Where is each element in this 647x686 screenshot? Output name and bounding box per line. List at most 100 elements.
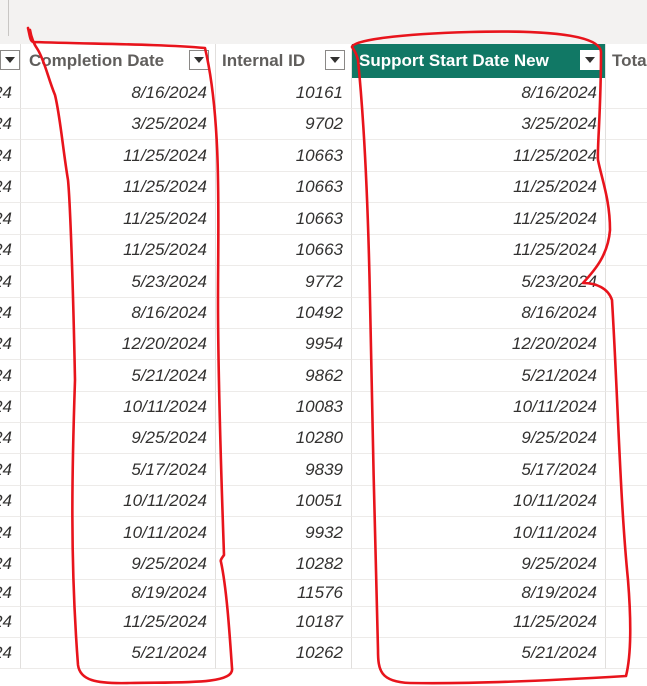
cell-total[interactable] (606, 454, 647, 486)
cell-completion-date[interactable]: 5/21/2024 (21, 360, 216, 392)
cell-support-start-date-new[interactable]: 8/19/2024 (352, 580, 606, 607)
cell-total[interactable] (606, 235, 647, 266)
cell-completion-date[interactable]: 8/19/2024 (21, 580, 216, 607)
cell-internal-id[interactable]: 10663 (216, 140, 352, 172)
cell-completion-date[interactable]: 5/21/2024 (21, 638, 216, 669)
table-row[interactable]: 2411/25/20241066311/25/2024 (0, 235, 647, 266)
cell-support-start-date-new[interactable]: 11/25/2024 (352, 140, 606, 172)
cell-total[interactable] (606, 172, 647, 203)
cell-partial-left[interactable]: 24 (0, 78, 21, 109)
cell-support-start-date-new[interactable]: 5/17/2024 (352, 454, 606, 486)
cell-support-start-date-new[interactable]: 5/21/2024 (352, 360, 606, 392)
cell-support-start-date-new[interactable]: 5/21/2024 (352, 638, 606, 669)
column-header-partial-left[interactable] (0, 44, 21, 78)
support-start-date-new-filter-dropdown-icon[interactable] (580, 50, 600, 70)
cell-internal-id[interactable]: 10663 (216, 172, 352, 203)
cell-internal-id[interactable]: 10083 (216, 392, 352, 423)
cell-total[interactable] (606, 78, 647, 109)
cell-total[interactable] (606, 298, 647, 329)
cell-partial-left[interactable]: 24 (0, 329, 21, 360)
cell-total[interactable] (606, 109, 647, 140)
cell-internal-id[interactable]: 10492 (216, 298, 352, 329)
cell-partial-left[interactable]: 24 (0, 517, 21, 549)
cell-partial-left[interactable]: 24 (0, 235, 21, 266)
cell-completion-date[interactable]: 10/11/2024 (21, 392, 216, 423)
cell-internal-id[interactable]: 9839 (216, 454, 352, 486)
cell-internal-id[interactable]: 9772 (216, 266, 352, 298)
cell-completion-date[interactable]: 8/16/2024 (21, 78, 216, 109)
column-header-support-start-date-new[interactable]: Support Start Date New (352, 44, 606, 78)
cell-internal-id[interactable]: 9702 (216, 109, 352, 140)
cell-total[interactable] (606, 423, 647, 454)
table-row[interactable]: 2411/25/20241066311/25/2024 (0, 140, 647, 172)
cell-support-start-date-new[interactable]: 5/23/2024 (352, 266, 606, 298)
table-row[interactable]: 245/21/202498625/21/2024 (0, 360, 647, 392)
table-row[interactable]: 248/16/2024104928/16/2024 (0, 298, 647, 329)
table-row[interactable]: 2410/11/20241008310/11/2024 (0, 392, 647, 423)
cell-total[interactable] (606, 140, 647, 172)
cell-completion-date[interactable]: 8/16/2024 (21, 298, 216, 329)
cell-support-start-date-new[interactable]: 11/25/2024 (352, 172, 606, 203)
cell-total[interactable] (606, 392, 647, 423)
column-header-internal-id[interactable]: Internal ID (216, 44, 352, 78)
table-row[interactable]: 249/25/2024102809/25/2024 (0, 423, 647, 454)
table-row[interactable]: 2410/11/2024993210/11/2024 (0, 517, 647, 549)
cell-support-start-date-new[interactable]: 8/16/2024 (352, 298, 606, 329)
cell-internal-id[interactable]: 10663 (216, 235, 352, 266)
cell-total[interactable] (606, 580, 647, 607)
cell-support-start-date-new[interactable]: 10/11/2024 (352, 486, 606, 517)
cell-completion-date[interactable]: 10/11/2024 (21, 517, 216, 549)
table-row[interactable]: 248/16/2024101618/16/2024 (0, 78, 647, 109)
cell-partial-left[interactable]: 24 (0, 109, 21, 140)
table-row[interactable]: 249/25/2024102829/25/2024 (0, 549, 647, 580)
table-row[interactable]: 2412/20/2024995412/20/2024 (0, 329, 647, 360)
cell-total[interactable] (606, 549, 647, 580)
cell-internal-id[interactable]: 9932 (216, 517, 352, 549)
cell-partial-left[interactable]: 24 (0, 360, 21, 392)
cell-completion-date[interactable]: 3/25/2024 (21, 109, 216, 140)
table-row[interactable]: 248/19/2024115768/19/2024 (0, 580, 647, 607)
cell-completion-date[interactable]: 9/25/2024 (21, 423, 216, 454)
cell-partial-left[interactable]: 24 (0, 140, 21, 172)
cell-support-start-date-new[interactable]: 9/25/2024 (352, 549, 606, 580)
cell-completion-date[interactable]: 10/11/2024 (21, 486, 216, 517)
cell-partial-left[interactable]: 24 (0, 580, 21, 607)
cell-partial-left[interactable]: 24 (0, 172, 21, 203)
cell-completion-date[interactable]: 11/25/2024 (21, 172, 216, 203)
column-header-completion-date[interactable]: Completion Date (21, 44, 216, 78)
cell-total[interactable] (606, 607, 647, 638)
cell-internal-id[interactable]: 9862 (216, 360, 352, 392)
completion-date-filter-dropdown-icon[interactable] (189, 50, 209, 70)
cell-partial-left[interactable]: 24 (0, 266, 21, 298)
cell-partial-left[interactable]: 24 (0, 203, 21, 235)
cell-internal-id[interactable]: 10663 (216, 203, 352, 235)
cell-internal-id[interactable]: 10161 (216, 78, 352, 109)
cell-support-start-date-new[interactable]: 11/25/2024 (352, 235, 606, 266)
cell-completion-date[interactable]: 11/25/2024 (21, 140, 216, 172)
cell-total[interactable] (606, 360, 647, 392)
table-row[interactable]: 2410/11/20241005110/11/2024 (0, 486, 647, 517)
cell-internal-id[interactable]: 10051 (216, 486, 352, 517)
cell-total[interactable] (606, 486, 647, 517)
cell-internal-id[interactable]: 11576 (216, 580, 352, 607)
cell-partial-left[interactable]: 24 (0, 423, 21, 454)
table-row[interactable]: 2411/25/20241066311/25/2024 (0, 172, 647, 203)
cell-support-start-date-new[interactable]: 11/25/2024 (352, 607, 606, 638)
cell-total[interactable] (606, 203, 647, 235)
cell-support-start-date-new[interactable]: 11/25/2024 (352, 203, 606, 235)
table-row[interactable]: 245/17/202498395/17/2024 (0, 454, 647, 486)
table-row[interactable]: 243/25/202497023/25/2024 (0, 109, 647, 140)
cell-support-start-date-new[interactable]: 12/20/2024 (352, 329, 606, 360)
cell-completion-date[interactable]: 9/25/2024 (21, 549, 216, 580)
table-row[interactable]: 2411/25/20241066311/25/2024 (0, 203, 647, 235)
cell-completion-date[interactable]: 5/23/2024 (21, 266, 216, 298)
cell-completion-date[interactable]: 5/17/2024 (21, 454, 216, 486)
cell-support-start-date-new[interactable]: 3/25/2024 (352, 109, 606, 140)
internal-id-filter-dropdown-icon[interactable] (325, 50, 345, 70)
cell-internal-id[interactable]: 10262 (216, 638, 352, 669)
cell-support-start-date-new[interactable]: 9/25/2024 (352, 423, 606, 454)
cell-support-start-date-new[interactable]: 10/11/2024 (352, 517, 606, 549)
cell-total[interactable] (606, 329, 647, 360)
cell-internal-id[interactable]: 9954 (216, 329, 352, 360)
cell-partial-left[interactable]: 24 (0, 392, 21, 423)
